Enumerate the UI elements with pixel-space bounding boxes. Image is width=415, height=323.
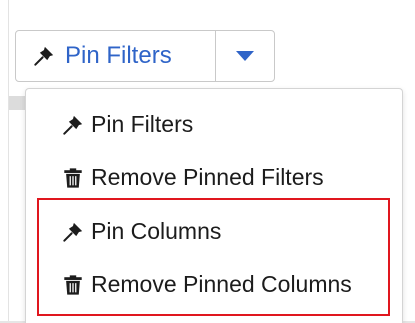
menu-item-remove-pinned-filters[interactable]: Remove Pinned Filters (62, 164, 324, 191)
menu-item-remove-pinned-columns[interactable]: Remove Pinned Columns (62, 271, 352, 298)
screenshot-frame: Pin Filters Pin Filters Remove Pinned Fi… (0, 0, 415, 323)
menu-item-label: Pin Columns (91, 218, 222, 244)
trash-icon (64, 274, 82, 295)
pin-icon (63, 222, 83, 242)
pin-filters-button-label: Pin Filters (65, 42, 172, 69)
trash-icon (64, 167, 82, 188)
menu-item-pin-filters[interactable]: Pin Filters (62, 111, 193, 138)
pin-filters-split-button: Pin Filters (15, 30, 275, 82)
menu-item-pin-columns[interactable]: Pin Columns (62, 218, 221, 245)
menu-item-label: Pin Filters (91, 111, 194, 137)
pin-filters-button[interactable]: Pin Filters (16, 31, 215, 81)
pin-icon (63, 115, 83, 135)
pin-options-menu: Pin Filters Remove Pinned Filters Pin Co… (25, 88, 403, 323)
pin-icon (34, 46, 54, 66)
panel-edge (8, 0, 9, 323)
dropdown-toggle-button[interactable] (216, 31, 274, 81)
menu-item-label: Remove Pinned Filters (91, 164, 324, 190)
caret-down-icon (236, 51, 254, 61)
menu-item-label: Remove Pinned Columns (91, 271, 352, 297)
